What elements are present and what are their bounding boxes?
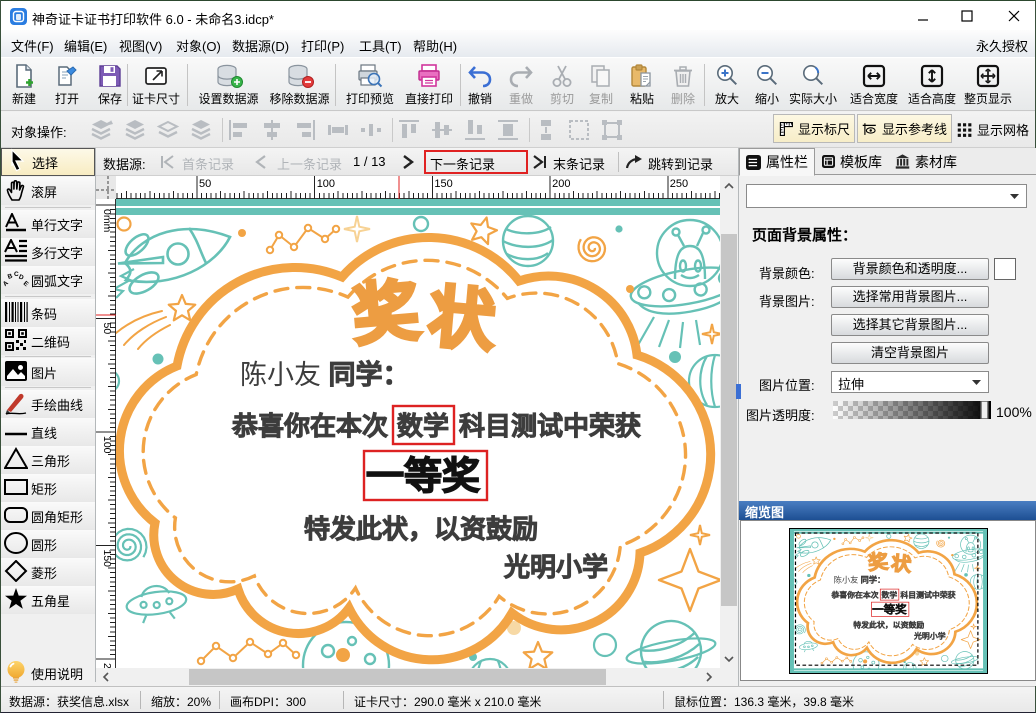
svg-text:恭喜你在本次: 恭喜你在本次: [231, 411, 388, 441]
svg-text:150: 150: [434, 178, 452, 190]
svg-text:特发此状，以资鼓励: 特发此状，以资鼓励: [853, 620, 924, 630]
svg-text:科目测试中荣获: 科目测试中荣获: [459, 411, 641, 441]
svg-text:科目测试中荣获: 科目测试中荣获: [900, 590, 956, 600]
svg-text:100: 100: [317, 178, 335, 190]
svg-text:E: E: [22, 280, 29, 287]
svg-text:陈小友 同学：: 陈小友 同学：: [240, 359, 410, 390]
svg-text:50: 50: [199, 178, 211, 190]
svg-text:恭喜你在本次: 恭喜你在本次: [830, 590, 879, 600]
svg-text:数学: 数学: [397, 411, 449, 441]
svg-text:数学: 数学: [882, 590, 898, 600]
svg-text:150: 150: [101, 550, 113, 568]
svg-text:光明小学: 光明小学: [503, 552, 608, 582]
svg-text:一等奖: 一等奖: [366, 456, 480, 498]
svg-text:特发此状，以资鼓励: 特发此状，以资鼓励: [304, 514, 538, 544]
svg-text:D: D: [18, 273, 25, 281]
svg-text:200: 200: [552, 178, 570, 190]
svg-text:0mm: 0mm: [101, 209, 113, 233]
svg-text:B: B: [7, 272, 14, 280]
svg-text:一等奖: 一等奖: [872, 602, 907, 616]
svg-text:250: 250: [670, 178, 688, 190]
svg-text:陈小友 同学：: 陈小友 同学：: [834, 575, 885, 585]
svg-text:100: 100: [101, 436, 113, 454]
svg-text:光明小学: 光明小学: [913, 631, 946, 641]
